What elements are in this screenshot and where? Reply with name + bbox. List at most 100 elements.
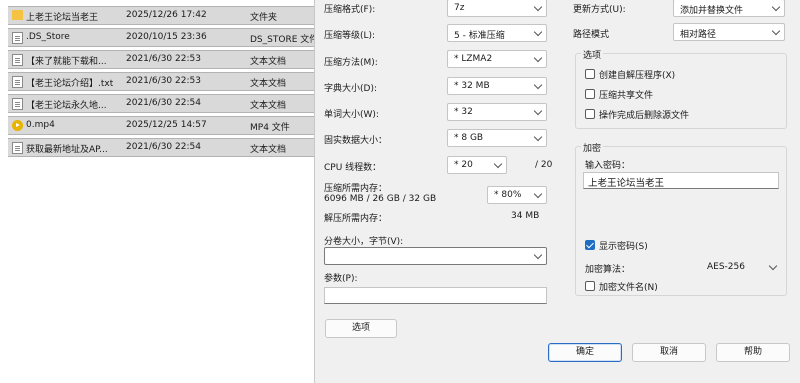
file-name: 【老王论坛介绍】.txt xyxy=(26,79,114,89)
cancel-button[interactable]: 取消 xyxy=(632,343,706,362)
sfx-checkbox[interactable] xyxy=(585,69,595,79)
delete-source-label: 操作完成后删除源文件 xyxy=(599,111,690,121)
add-to-archive-dialog: 压缩格式(F): 7z 压缩等级(L): 5 - 标准压缩 压缩方法(M): *… xyxy=(314,0,800,383)
dict-select[interactable]: * 32 MB xyxy=(447,77,547,95)
show-password-checkbox[interactable] xyxy=(585,240,595,250)
update-value: 添加并替换文件 xyxy=(680,6,744,16)
options-group-title: 选项 xyxy=(581,48,604,61)
file-type: MP4 文件 xyxy=(250,123,290,133)
chevron-down-icon xyxy=(533,106,543,116)
cpu-select[interactable]: * 20 xyxy=(447,156,507,174)
text-file-icon xyxy=(12,142,23,154)
file-row[interactable]: 0.mp4 2025/12/25 14:57 MP4 文件 xyxy=(8,116,316,135)
format-select[interactable]: 7z xyxy=(447,0,547,17)
split-label: 分卷大小，字节(V): xyxy=(324,237,404,247)
params-input[interactable] xyxy=(324,287,547,304)
level-value: 5 - 标准压缩 xyxy=(454,31,505,41)
decomp-value: 34 MB xyxy=(511,211,540,221)
file-date: 2021/6/30 22:54 xyxy=(126,98,201,108)
chevron-down-icon xyxy=(533,53,543,63)
file-row[interactable]: 【老王论坛永久地... 2021/6/30 22:54 文本文档 xyxy=(8,94,316,113)
file-list: 上老王论坛当老王 2025/12/26 17:42 文件夹 .DS_Store 2020… xyxy=(0,0,316,383)
file-row[interactable]: 【来了就能下载和... 2021/6/30 22:53 文本文档 xyxy=(8,50,316,69)
mem-percent-value: * 80% xyxy=(494,190,522,200)
file-name: 上老王论坛当老王 xyxy=(26,13,99,23)
mem-detail: 6096 MB / 26 GB / 32 GB xyxy=(324,194,437,204)
file-name: 0.mp4 xyxy=(26,120,55,130)
show-password-label: 显示密码(S) xyxy=(599,242,648,252)
word-value: * 32 xyxy=(454,107,473,117)
file-type: DS_STORE 文件 xyxy=(250,35,316,45)
method-label: 压缩方法(M): xyxy=(324,58,378,68)
enc-method-select[interactable]: AES-256 xyxy=(700,258,782,276)
chevron-down-icon xyxy=(533,250,543,260)
enc-method-label: 加密算法： xyxy=(585,265,631,275)
encryption-group-title: 加密 xyxy=(581,141,604,154)
format-label: 压缩格式(F): xyxy=(324,5,376,15)
word-select[interactable]: * 32 xyxy=(447,103,547,121)
chevron-down-icon xyxy=(533,27,543,37)
file-row[interactable]: .DS_Store 2020/10/15 23:36 DS_STORE 文件 xyxy=(8,28,316,47)
enc-method-value: AES-256 xyxy=(707,262,745,272)
path-value: 相对路径 xyxy=(680,30,717,40)
file-type: 文本文档 xyxy=(250,145,287,155)
dict-label: 字典大小(D): xyxy=(324,84,377,94)
file-name: 【老王论坛永久地... xyxy=(26,101,107,111)
file-row[interactable]: 获取最新地址及AP... 2021/6/30 22:54 文本文档 xyxy=(8,138,316,157)
mem-percent-select[interactable]: * 80% xyxy=(487,186,547,204)
password-value: 上老王论坛当老王 xyxy=(588,178,665,189)
file-type: 文件夹 xyxy=(250,13,278,23)
dict-value: * 32 MB xyxy=(454,81,490,91)
path-mode-select[interactable]: 相对路径 xyxy=(673,23,785,41)
file-date: 2025/12/25 14:57 xyxy=(126,120,207,130)
update-label: 更新方式(U): xyxy=(573,5,626,15)
word-label: 单词大小(W): xyxy=(324,110,379,120)
encrypt-names-checkbox[interactable] xyxy=(585,281,595,291)
ok-button[interactable]: 确定 xyxy=(548,343,622,362)
chevron-down-icon xyxy=(533,189,543,199)
path-label: 路径模式 xyxy=(573,30,610,40)
file-date: 2020/10/15 23:36 xyxy=(126,32,207,42)
file-icon xyxy=(12,32,23,44)
folder-icon xyxy=(12,10,23,20)
method-value: * LZMA2 xyxy=(454,54,493,64)
chevron-down-icon xyxy=(771,2,781,12)
file-type: 文本文档 xyxy=(250,101,287,111)
chevron-down-icon xyxy=(533,80,543,90)
chevron-down-icon xyxy=(493,159,503,169)
level-select[interactable]: 5 - 标准压缩 xyxy=(447,24,547,42)
delete-source-checkbox[interactable] xyxy=(585,109,595,119)
password-label: 输入密码： xyxy=(585,161,631,171)
text-file-icon xyxy=(12,54,23,66)
format-value: 7z xyxy=(454,3,465,13)
file-type: 文本文档 xyxy=(250,79,287,89)
file-type: 文本文档 xyxy=(250,57,287,67)
cpu-value: * 20 xyxy=(454,160,473,170)
solid-select[interactable]: * 8 GB xyxy=(447,129,547,147)
chevron-down-icon xyxy=(533,132,543,142)
file-name: .DS_Store xyxy=(26,32,70,42)
split-volume-select[interactable] xyxy=(324,247,547,265)
file-row[interactable]: 【老王论坛介绍】.txt 2021/6/30 22:53 文本文档 xyxy=(8,72,316,91)
level-label: 压缩等级(L): xyxy=(324,31,376,41)
shared-files-checkbox[interactable] xyxy=(585,89,595,99)
cpu-label: CPU 线程数： xyxy=(324,163,382,173)
chevron-down-icon xyxy=(533,2,543,12)
decomp-label: 解压所需内存： xyxy=(324,214,388,224)
solid-value: * 8 GB xyxy=(454,133,484,143)
method-select[interactable]: * LZMA2 xyxy=(447,50,547,68)
file-name: 获取最新地址及AP... xyxy=(26,145,108,155)
help-button[interactable]: 帮助 xyxy=(716,343,790,362)
chevron-down-icon xyxy=(768,261,778,271)
mem-label: 压缩所需内存： xyxy=(324,184,388,194)
file-date: 2021/6/30 22:53 xyxy=(126,76,201,86)
file-name: 【来了就能下载和... xyxy=(26,57,107,67)
params-label: 参数(P): xyxy=(324,274,358,284)
sfx-label: 创建自解压程序(X) xyxy=(599,71,676,81)
shared-files-label: 压缩共享文件 xyxy=(599,91,654,101)
chevron-down-icon xyxy=(771,26,781,36)
file-row[interactable]: 上老王论坛当老王 2025/12/26 17:42 文件夹 xyxy=(8,6,316,25)
password-input[interactable]: 上老王论坛当老王 xyxy=(583,172,779,189)
options-button[interactable]: 选项 xyxy=(325,319,397,338)
update-mode-select[interactable]: 添加并替换文件 xyxy=(673,0,785,17)
